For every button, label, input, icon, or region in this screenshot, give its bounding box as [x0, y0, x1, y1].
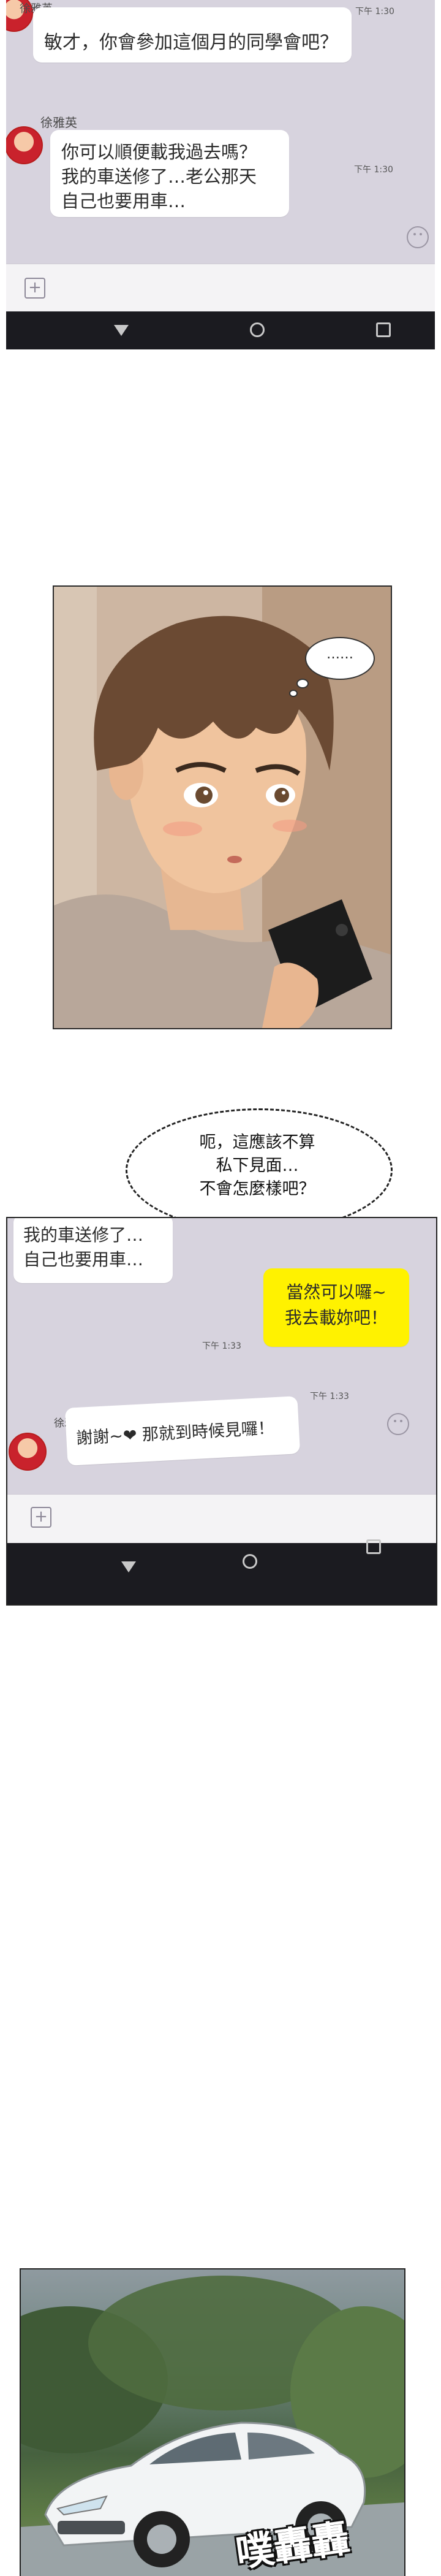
panel-phone-chat-1: 徐雅英 敏才，你會參加這個月的同學會吧？ 下午 1:30 徐雅英 你可以順便載我…	[0, 0, 441, 356]
message-time: 下午 1:30	[355, 7, 394, 17]
home-icon[interactable]	[250, 322, 265, 337]
chat-area: 徐雅英 敏才，你會參加這個月的同學會吧？ 下午 1:30 徐雅英 你可以順便載我…	[6, 0, 435, 264]
chat-bubble-incoming: 謝謝~❤ 那就到時候見囉！	[64, 1396, 301, 1466]
home-icon[interactable]	[243, 1554, 257, 1569]
plus-icon[interactable]: +	[31, 1507, 51, 1528]
emoji-icon[interactable]	[387, 1413, 409, 1435]
thought-bubble-tail	[296, 679, 309, 688]
back-icon[interactable]	[114, 325, 129, 336]
sender-name: 徐雅英	[40, 115, 77, 130]
message-time: 下午 1:33	[310, 1392, 349, 1401]
thought-bubble: ……	[305, 637, 375, 680]
message-time: 下午 1:33	[202, 1341, 241, 1351]
input-bar: +	[7, 1494, 436, 1544]
speech-line: 呃，這應該不算	[199, 1133, 315, 1152]
message-text: 我的車送修了… 自己也要用車…	[23, 1223, 143, 1272]
message-line: 自己也要用車…	[23, 1249, 144, 1270]
panel-phone-chat-2: 我的車送修了… 自己也要用車… 當然可以囉~ 我去載妳吧！ 下午 1:33 徐雅…	[6, 1217, 437, 1606]
thought-text: ……	[326, 647, 353, 662]
speech-text: 呃，這應該不算 私下見面… 不會怎麼樣吧？	[126, 1131, 389, 1201]
phone-screen: 徐雅英 敏才，你會參加這個月的同學會吧？ 下午 1:30 徐雅英 你可以順便載我…	[6, 0, 435, 349]
message-line: 我的車送修了…	[23, 1225, 144, 1245]
back-icon[interactable]	[121, 1561, 136, 1572]
emoji-icon[interactable]	[407, 226, 429, 248]
avatar	[6, 126, 43, 164]
input-bar: +	[6, 226, 435, 312]
chat-bubble-incoming: 敏才，你會參加這個月的同學會吧？	[33, 7, 352, 63]
speech-line: 私下見面…	[216, 1156, 299, 1175]
message-line: 我去載妳吧！	[284, 1308, 388, 1328]
message-text: 你可以順便載我過去嗎？ 我的車送修了…老公那天 自己也要用車…	[61, 140, 257, 213]
navigation-bar	[6, 311, 435, 349]
avatar	[9, 1433, 47, 1471]
chat-bubble-incoming: 你可以順便載我過去嗎？ 我的車送修了…老公那天 自己也要用車…	[50, 130, 289, 217]
message-time: 下午 1:30	[354, 165, 393, 175]
panel-car-driving: 噗轟轟	[20, 2268, 405, 2576]
thought-bubble-tail	[289, 690, 298, 697]
plus-icon[interactable]: +	[24, 278, 45, 299]
panel-man-looking-at-phone: ……	[53, 585, 392, 1029]
message-line: 我的車送修了…老公那天	[61, 166, 257, 187]
navigation-bar	[7, 1539, 436, 1604]
message-text: 敏才，你會參加這個月的同學會吧？	[44, 32, 338, 53]
message-text: 當然可以囉~ 我去載妳吧！	[273, 1279, 399, 1331]
recent-apps-icon[interactable]	[376, 322, 391, 337]
message-line: 當然可以囉~	[286, 1282, 386, 1302]
speech-line: 不會怎麼樣吧？	[199, 1179, 315, 1198]
message-line: 自己也要用車…	[61, 191, 186, 211]
recent-apps-icon[interactable]	[366, 1539, 381, 1554]
message-line: 你可以順便載我過去嗎？	[61, 142, 257, 162]
chat-area: 我的車送修了… 自己也要用車… 當然可以囉~ 我去載妳吧！ 下午 1:33 徐雅…	[7, 1218, 436, 1494]
chat-bubble-incoming: 我的車送修了… 自己也要用車…	[13, 1218, 173, 1283]
message-text: 謝謝~❤ 那就到時候見囉！	[75, 1419, 275, 1449]
chat-bubble-outgoing: 當然可以囉~ 我去載妳吧！	[263, 1268, 409, 1347]
